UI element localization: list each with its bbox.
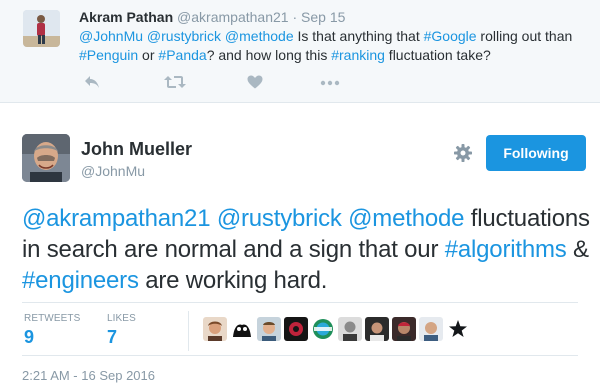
main-author-handle[interactable]: @JohnMu — [81, 163, 145, 179]
liker-avatar[interactable] — [311, 317, 335, 341]
tweet-text-segment: or — [138, 47, 159, 63]
hashtag-link[interactable]: #ranking — [331, 47, 385, 63]
mention-link[interactable]: @rustybrick — [147, 28, 221, 44]
hashtag-link[interactable]: #Penguin — [79, 47, 138, 63]
retweets-label: RETWEETS — [24, 313, 81, 324]
parent-tweet-text: @JohnMu @rustybrick @methode Is that any… — [79, 27, 589, 65]
liker-avatar[interactable] — [203, 317, 227, 341]
retweet-icon[interactable] — [164, 75, 186, 91]
liker-avatar[interactable] — [338, 317, 362, 341]
liker-avatar[interactable] — [419, 317, 443, 341]
hashtag-link[interactable]: #engineers — [22, 267, 139, 294]
more-icon[interactable] — [320, 75, 342, 91]
parent-author-name[interactable]: Akram Pathan — [79, 9, 173, 25]
stats-top-divider — [22, 302, 578, 303]
liker-avatar[interactable] — [365, 317, 389, 341]
mention-link[interactable]: @methode — [225, 28, 294, 44]
likes-label: LIKES — [107, 313, 136, 324]
tweet-text-segment: are working hard. — [138, 267, 328, 294]
hashtag-link[interactable]: #algorithms — [445, 236, 567, 263]
hashtag-link[interactable]: #Panda — [158, 47, 206, 63]
likes-stat[interactable]: LIKES 7 — [107, 313, 136, 348]
parent-tweet-time[interactable]: Sep 15 — [301, 9, 345, 25]
tweet-text-segment: ? and how long this — [206, 47, 332, 63]
likes-count[interactable]: 7 — [107, 327, 136, 348]
liker-avatar[interactable] — [284, 317, 308, 341]
following-button[interactable]: Following — [486, 135, 586, 171]
gear-icon[interactable] — [452, 142, 474, 164]
tweet-text-segment: rolling out than — [476, 28, 573, 44]
liker-avatar[interactable] — [230, 317, 254, 341]
john-mueller-avatar[interactable] — [22, 134, 70, 182]
like-icon[interactable] — [247, 75, 269, 91]
retweets-count[interactable]: 9 — [24, 327, 80, 348]
parent-author-handle[interactable]: @akrampathan21 — [177, 9, 289, 25]
liker-avatar[interactable] — [392, 317, 416, 341]
main-author-name[interactable]: John Mueller — [81, 139, 192, 160]
mention-link[interactable]: @JohnMu — [79, 28, 143, 44]
main-tweet-text: @akrampathan21 @rustybrick @methode fluc… — [22, 203, 592, 296]
retweets-stat[interactable]: RETWEETS 9 — [24, 313, 80, 348]
hashtag-link[interactable]: #Google — [424, 28, 477, 44]
reply-icon[interactable] — [84, 75, 106, 91]
mention-link[interactable]: @rustybrick — [217, 205, 342, 232]
tweet-text-segment: fluctuation take? — [384, 47, 491, 63]
tweet-text-segment: Is that anything that — [293, 28, 424, 44]
mention-link[interactable]: @methode — [348, 205, 464, 232]
liker-avatar[interactable] — [446, 317, 470, 341]
stats-bottom-divider — [22, 355, 578, 356]
parent-tweet-header: Akram Pathan @akrampathan21 · Sep 15 — [79, 9, 345, 25]
parent-tweet: Akram Pathan @akrampathan21 · Sep 15 @Jo… — [0, 0, 600, 103]
liker-avatar[interactable] — [257, 317, 281, 341]
header-separator: · — [292, 9, 298, 25]
mention-link[interactable]: @akrampathan21 — [22, 205, 211, 232]
tweet-text-segment: & — [566, 236, 589, 263]
akram-avatar[interactable] — [23, 10, 60, 47]
stats-separator — [188, 311, 189, 351]
tweet-timestamp[interactable]: 2:21 AM - 16 Sep 2016 — [22, 368, 155, 383]
